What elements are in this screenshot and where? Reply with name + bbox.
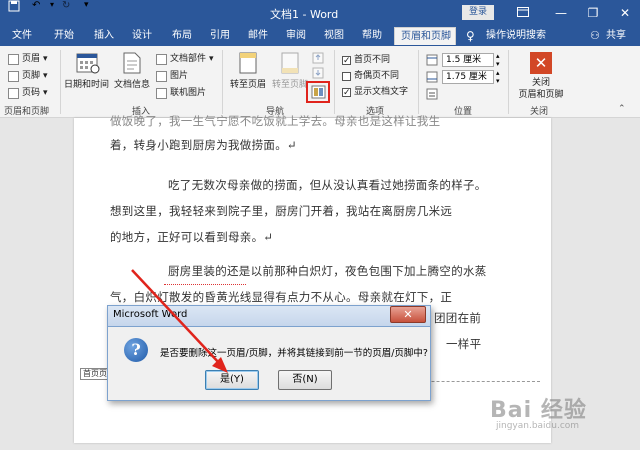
next-section-icon[interactable] <box>312 67 326 82</box>
checkbox-unchecked <box>342 71 351 81</box>
different-odd-even-label: 奇偶页不同 <box>354 71 400 81</box>
footer-position-spinner[interactable]: ▴ ▾ <box>496 69 500 85</box>
picture-label: 图片 <box>170 71 189 81</box>
maximize-button[interactable]: ❐ <box>578 3 608 23</box>
different-first-page-label: 首页不同 <box>354 55 391 65</box>
undo-icon[interactable]: ↶ <box>32 0 50 11</box>
ribbon-separator <box>418 50 419 114</box>
no-button[interactable]: 否(N) <box>278 370 332 390</box>
tab-references[interactable]: 引用 <box>204 27 236 45</box>
goto-footer-button[interactable]: 转至页脚 <box>272 79 308 91</box>
highlight-box <box>306 81 330 103</box>
picture-icon <box>156 70 167 82</box>
undo-dropdown-icon[interactable]: ▾ <box>50 0 60 9</box>
group-label-header-footer: 页眉和页脚 <box>4 107 50 117</box>
docinfo-icon <box>122 52 142 77</box>
different-odd-even-checkbox[interactable]: 奇偶页不同 <box>342 69 399 83</box>
tab-help[interactable]: 帮助 <box>356 27 388 45</box>
ribbon-separator <box>60 50 61 114</box>
checkbox-checked <box>342 86 351 100</box>
share-icon: ⚇ <box>590 29 600 42</box>
doc-parts-button[interactable]: 文档部件 ▾ <box>156 52 214 66</box>
annotation-arrow <box>131 269 228 373</box>
document-line: 的地方，正好可以看到母亲。↵ <box>110 230 274 244</box>
header-button[interactable]: 页眉 ▾ <box>8 52 48 66</box>
document-line: 着，转身小跑到厨房为我做捞面。↵ <box>110 138 297 152</box>
page-number-button[interactable]: 页码 ▾ <box>8 86 48 100</box>
dialog-close-button[interactable]: ✕ <box>390 306 426 323</box>
doc-parts-icon <box>156 53 167 65</box>
header-icon <box>8 53 19 65</box>
close-header-footer-button[interactable]: 关闭 页眉和页脚 <box>512 77 570 101</box>
watermark-url: jingyan.baidu.com <box>496 421 580 431</box>
share-button[interactable]: 共享 <box>600 27 632 45</box>
checkbox-checked <box>342 54 351 68</box>
group-label-close: 关闭 <box>530 107 549 117</box>
datetime-icon <box>76 52 100 77</box>
redo-icon[interactable]: ↻ <box>62 0 78 11</box>
ribbon-separator <box>222 50 223 114</box>
footer-label: 页脚 <box>22 71 41 81</box>
tell-me-search[interactable]: 操作说明搜索 <box>480 27 552 45</box>
footer-icon <box>8 70 19 82</box>
picture-button[interactable]: 图片 <box>156 69 188 83</box>
tab-design[interactable]: 设计 <box>126 27 158 45</box>
header-position-spinner[interactable]: ▴ ▾ <box>496 52 500 68</box>
goto-header-button[interactable]: 转至页眉 <box>230 79 266 91</box>
footer-position-input[interactable]: 1.75 厘米 <box>442 70 494 84</box>
page-number-icon <box>8 87 19 99</box>
footer-position-icon <box>426 71 438 86</box>
page-number-label: 页码 <box>22 88 41 98</box>
ribbon-separator <box>334 50 335 114</box>
document-line: 一样平 <box>446 337 482 351</box>
document-title: 文档1 - Word <box>270 8 339 21</box>
tab-home[interactable]: 开始 <box>48 27 80 45</box>
tab-view[interactable]: 视图 <box>318 27 350 45</box>
show-document-text-checkbox[interactable]: 显示文档文字 <box>342 85 409 100</box>
tab-file[interactable]: 文件 <box>6 27 38 45</box>
online-picture-icon <box>156 87 167 99</box>
first-page-header-tag: 首页页 <box>80 368 110 380</box>
show-document-text-label: 显示文档文字 <box>354 87 409 97</box>
online-picture-button[interactable]: 联机图片 <box>156 86 206 100</box>
tab-header-footer[interactable]: 页眉和页脚 <box>394 27 456 45</box>
doc-parts-label: 文档部件 <box>170 54 207 64</box>
close-button[interactable]: ✕ <box>610 3 640 23</box>
close-header-footer-icon: ✕ <box>530 52 552 74</box>
header-position-input[interactable]: 1.5 厘米 <box>442 53 494 67</box>
watermark-logo: Bai 经验 <box>490 398 587 423</box>
footer-button[interactable]: 页脚 ▾ <box>8 69 48 83</box>
goto-header-icon <box>238 52 260 77</box>
ribbon-separator <box>508 50 509 114</box>
ribbon-display-options-icon[interactable] <box>508 3 538 23</box>
tab-mailings[interactable]: 邮件 <box>242 27 274 45</box>
previous-section-icon[interactable] <box>312 52 326 67</box>
header-position-icon <box>426 54 438 69</box>
docinfo-button[interactable]: 文档信息 <box>114 79 150 91</box>
tab-insert[interactable]: 插入 <box>88 27 120 45</box>
tab-review[interactable]: 审阅 <box>280 27 312 45</box>
login-button[interactable]: 登录 <box>462 5 494 20</box>
minimize-button[interactable]: — <box>546 3 576 23</box>
customize-quick-access-icon[interactable]: ▾ <box>84 0 96 10</box>
alignment-tab-icon[interactable] <box>426 88 438 103</box>
online-picture-label: 联机图片 <box>170 88 207 98</box>
save-icon[interactable] <box>8 0 24 15</box>
lightbulb-icon: ♀ <box>466 29 475 43</box>
goto-footer-icon <box>280 52 302 77</box>
collapse-ribbon-icon[interactable]: ⌃ <box>618 104 626 114</box>
tab-layout[interactable]: 布局 <box>166 27 198 45</box>
header-label: 页眉 <box>22 54 41 64</box>
different-first-page-checkbox[interactable]: 首页不同 <box>342 53 391 68</box>
datetime-button[interactable]: 日期和时间 <box>64 79 109 91</box>
